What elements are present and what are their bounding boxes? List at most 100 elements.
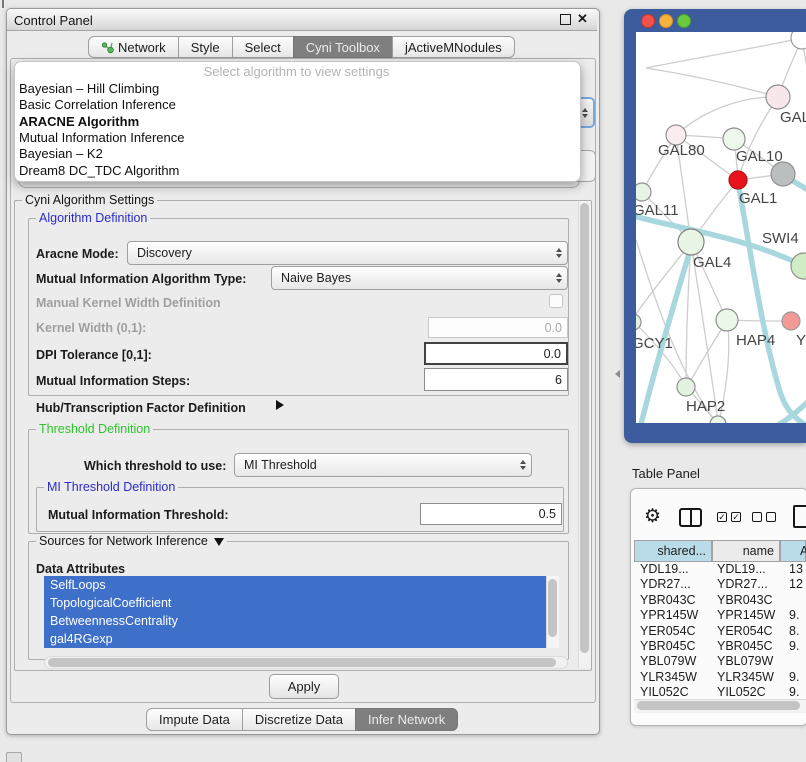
table-row[interactable]: YER054CYER054C8. (634, 624, 806, 640)
hide-columns-icon[interactable] (752, 512, 776, 522)
attribute-list-item[interactable]: gal4RGexp (44, 630, 551, 648)
table-row[interactable]: YPR145WYPR145W9. (634, 608, 806, 624)
attribute-list-item[interactable]: TopologicalCoefficient (44, 594, 551, 612)
dpi-tolerance-field[interactable]: 0.0 (424, 342, 568, 365)
minimize-light[interactable] (659, 14, 673, 28)
network-edge[interactable] (676, 97, 778, 135)
unchecked-box-icon (752, 512, 762, 522)
tab-label: Style (191, 40, 220, 55)
network-edge[interactable] (739, 188, 806, 423)
table-row[interactable]: YBL079WYBL079W (634, 654, 806, 670)
kernel-width-field[interactable]: 0.0 (428, 317, 568, 338)
dpi-tolerance-label: DPI Tolerance [0,1]: (36, 348, 152, 362)
mi-steps-field[interactable]: 6 (424, 368, 568, 391)
node-label-swi4: SWI4 (762, 230, 799, 247)
table-row[interactable]: YBR043CYBR043C (634, 593, 806, 609)
tab-network[interactable]: Network (88, 36, 179, 58)
column-header-2[interactable]: name (712, 540, 780, 562)
close-light[interactable] (641, 14, 655, 28)
node-label-gcy1: GCY1 (636, 335, 673, 352)
table-row[interactable]: YBR045CYBR045C9. (634, 639, 806, 655)
sources-collapse-icon[interactable] (214, 538, 224, 546)
node-label-gal4: GAL4 (693, 254, 731, 271)
network-icon (101, 41, 114, 54)
sources-hscrollbar-thumb[interactable] (48, 658, 556, 667)
kernel-width-label: Kernel Width (0,1): (36, 321, 146, 335)
mi-steps-label: Mutual Information Steps: (36, 374, 190, 388)
table-cell: 9. (789, 608, 799, 623)
table-hscrollbar-thumb[interactable] (637, 701, 800, 710)
node-swi4[interactable] (791, 253, 806, 279)
algorithm-option[interactable]: Dream8 DC_TDC Algorithm (14, 163, 579, 179)
mi-threshold-field[interactable]: 0.5 (420, 503, 562, 525)
node-label-gal: GAL (780, 109, 806, 126)
attribute-list-item[interactable]: BetweennessCentrality (44, 612, 551, 630)
minimized-panel-button[interactable] (6, 752, 22, 762)
control-panel-tabs: Network Style SelectCyni ToolboxjActiveMNo… (88, 36, 515, 58)
checked-box-icon: ✓ (731, 512, 741, 522)
node-label-y: Y (796, 332, 806, 349)
gear-icon[interactable]: ⚙ (644, 505, 661, 528)
table-cell: YLR345W (717, 670, 774, 685)
tab-impute-data[interactable]: Impute Data (146, 708, 243, 731)
tab-infer-network[interactable]: Infer Network (355, 708, 458, 731)
which-threshold-select[interactable]: MI Threshold (234, 453, 532, 477)
tab-style[interactable]: Style (178, 36, 233, 58)
node-label-hap2: HAP2 (686, 398, 725, 415)
node-gal10[interactable] (723, 128, 745, 150)
column-header-3[interactable]: A (780, 540, 806, 562)
node-label-gal80: GAL80 (658, 142, 705, 159)
table-cell: YBL079W (717, 654, 773, 669)
table-cell: YDR27... (640, 577, 691, 592)
node-gal[interactable] (766, 85, 790, 109)
export-table-icon[interactable] (793, 505, 806, 528)
node-hap2[interactable] (677, 378, 695, 396)
table-row[interactable]: YDL19...YDL19...13 (634, 562, 806, 578)
node-gal11[interactable] (636, 183, 651, 201)
tab-select[interactable]: Select (232, 36, 294, 58)
attribute-list-item[interactable]: SelfLoops (44, 576, 551, 594)
node-gray[interactable] (771, 162, 795, 186)
aracne-mode-select[interactable]: Discovery (127, 241, 568, 265)
tab-label: Infer Network (368, 712, 445, 727)
tab-cyni-toolbox[interactable]: Cyni Toolbox (293, 36, 393, 58)
show-columns-icon[interactable]: ✓ ✓ (717, 512, 741, 522)
attributes-scrollbar-thumb[interactable] (548, 579, 557, 637)
float-window-icon[interactable] (560, 14, 571, 25)
table-cell: YER054C (717, 624, 773, 639)
mi-type-select[interactable]: Naive Bayes (271, 266, 568, 290)
zoom-light[interactable] (677, 14, 691, 28)
tab-discretize-data[interactable]: Discretize Data (242, 708, 356, 731)
apply-button[interactable]: Apply (269, 674, 339, 699)
algorithm-option[interactable]: Bayesian – K2 (14, 146, 579, 162)
table-row[interactable]: YDR27...YDR27...12 (634, 577, 806, 593)
close-icon[interactable]: ✕ (577, 11, 588, 27)
settings-scrollbar-thumb[interactable] (580, 203, 589, 653)
columns-icon[interactable] (679, 508, 702, 527)
node-unlabeled-top[interactable] (791, 32, 806, 49)
tab-jactivemnodules[interactable]: jActiveMNodules (392, 36, 515, 58)
settings-group-title: Cyni Algorithm Settings (22, 193, 157, 207)
algorithm-option[interactable]: ARACNE Algorithm (14, 114, 579, 130)
node-label-hap4: HAP4 (736, 332, 775, 349)
table-row[interactable]: YLR345WYLR345W9. (634, 670, 806, 686)
algorithm-option[interactable]: Basic Correlation Inference (14, 97, 579, 113)
column-header-1[interactable]: shared... (634, 540, 712, 562)
network-edge[interactable] (646, 68, 778, 97)
node-gal4[interactable] (678, 229, 704, 255)
network-canvas[interactable]: GALGAL80GAL10GAL1GAL11SWI4GAL4GCY1HAP4YH… (636, 32, 806, 423)
algorithm-option[interactable]: Mutual Information Inference (14, 130, 579, 146)
table-cell: 13 (789, 562, 803, 577)
node-gal1[interactable] (729, 171, 747, 189)
algorithm-option[interactable]: Bayesian – Hill Climbing (14, 81, 579, 97)
node-hap4[interactable] (716, 309, 738, 331)
network-edge[interactable] (646, 38, 802, 68)
table-cell: 12 (789, 577, 803, 592)
control-panel-titlebar[interactable] (7, 9, 597, 31)
manual-kernel-checkbox[interactable] (549, 294, 563, 308)
splitter-collapse-icon[interactable] (615, 370, 620, 378)
table-cell: YIL052C (640, 685, 689, 700)
tab-label: Discretize Data (255, 712, 343, 727)
node-salmon[interactable] (782, 312, 800, 330)
hub-expand-icon[interactable] (276, 400, 284, 410)
